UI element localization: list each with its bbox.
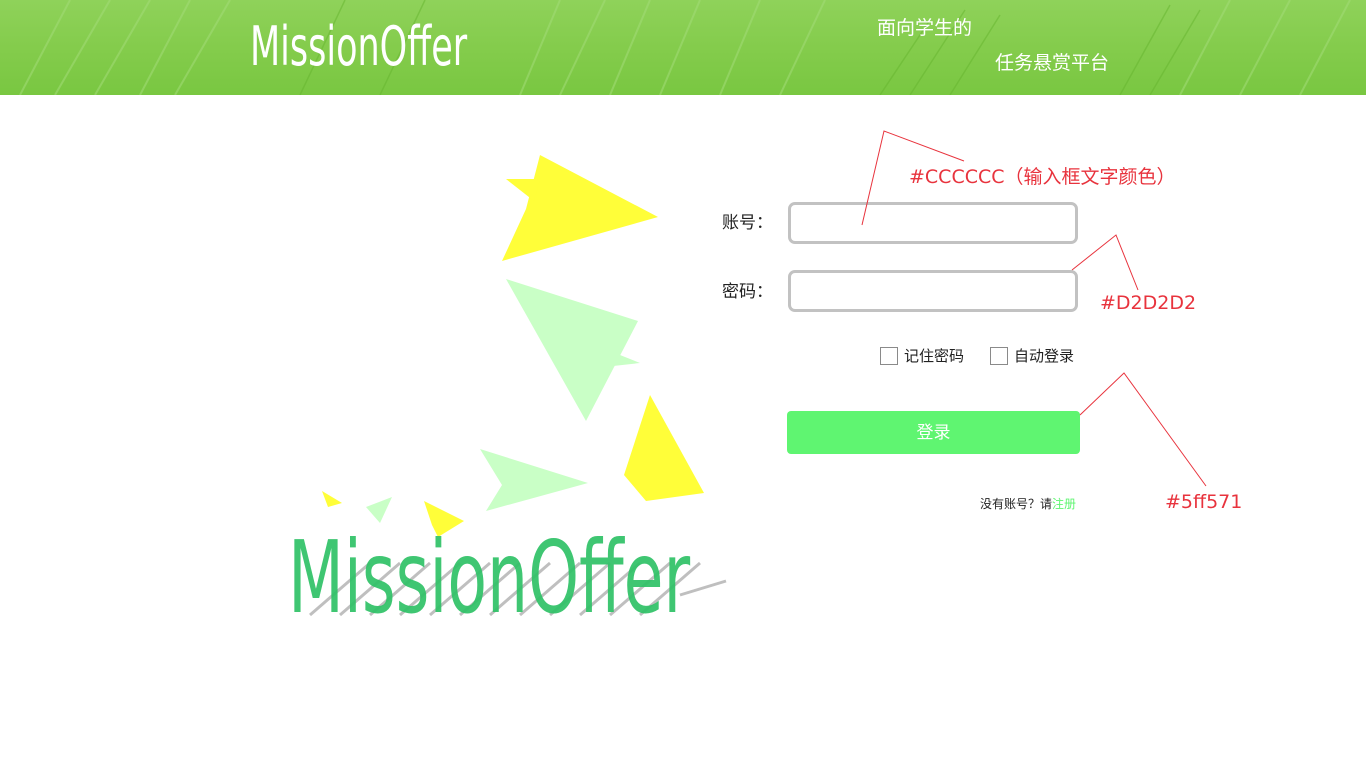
login-button[interactable]: 登录: [787, 411, 1080, 454]
yellow-plane-right: [624, 395, 704, 501]
password-input[interactable]: [791, 273, 1075, 309]
register-link[interactable]: 注册: [1052, 497, 1076, 511]
header-logo[interactable]: MissionOffer: [250, 14, 467, 80]
annotation-input-border-color: #D2D2D2: [1100, 292, 1197, 314]
slogan-line-2: 任务悬赏平台: [995, 52, 1110, 74]
account-input[interactable]: [791, 205, 1075, 241]
annotation-button-color: #5ff571: [1165, 491, 1243, 513]
remember-password-label[interactable]: 记住密码: [904, 346, 964, 366]
illustration-logo: MissionOffer: [288, 519, 691, 636]
password-input-box[interactable]: [788, 270, 1078, 312]
auto-login-checkbox[interactable]: [990, 347, 1008, 365]
header-banner: MissionOffer 面向学生的 任务悬赏平台: [0, 0, 1366, 95]
remember-password-option[interactable]: 记住密码: [880, 345, 964, 367]
yellow-plane-large: [502, 155, 658, 261]
register-prompt: 没有账号？请注册: [980, 496, 1076, 512]
account-input-box[interactable]: [788, 202, 1078, 244]
login-page: MissionOffer 面向学生的 任务悬赏平台 MissionOffer 账…: [0, 0, 1366, 768]
account-label: 账号：: [722, 213, 773, 233]
annotation-input-text-color: #CCCCCC（输入框文字颜色）: [909, 166, 1176, 188]
green-plane-large: [506, 279, 640, 421]
header-logo-text: MissionOffer: [250, 15, 468, 78]
auto-login-option[interactable]: 自动登录: [990, 345, 1074, 367]
slogan-line-1: 面向学生的: [877, 17, 973, 39]
green-plane-medium: [480, 449, 588, 511]
header-texture: [19, 0, 1351, 95]
register-prompt-text: 没有账号？请: [980, 497, 1053, 511]
password-label: 密码：: [722, 282, 773, 302]
auto-login-label[interactable]: 自动登录: [1014, 346, 1074, 366]
remember-password-checkbox[interactable]: [880, 347, 898, 365]
